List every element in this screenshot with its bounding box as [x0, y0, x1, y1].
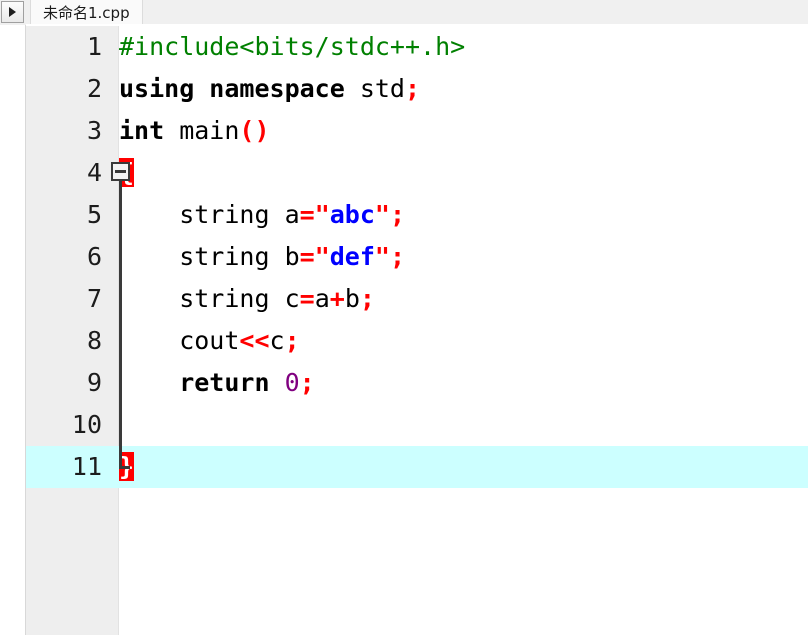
left-panel-body	[0, 25, 26, 635]
fold-margin[interactable]	[104, 110, 131, 152]
fold-guide-line	[119, 181, 122, 194]
code-area[interactable]: 1 #include<bits/stdc++.h> 2 using namesp…	[26, 26, 808, 635]
code-line-current[interactable]: 11 }	[26, 446, 808, 488]
code-text: using namespace std;	[119, 74, 421, 103]
code-line[interactable]: 2 using namespace std;	[26, 68, 808, 110]
line-number: 3	[86, 116, 102, 145]
fold-guide-line	[119, 320, 122, 362]
code-text: cout<<c;	[119, 326, 300, 355]
code-text: string a="abc";	[119, 200, 406, 229]
tab-bar: 未命名1.cpp	[26, 0, 808, 25]
code-line[interactable]: 9 return 0;	[26, 362, 808, 404]
fold-guide-line	[119, 278, 122, 320]
line-number: 8	[86, 326, 102, 355]
tab-untitled1-cpp[interactable]: 未命名1.cpp	[30, 0, 143, 25]
code-line[interactable]: 8 cout<<c;	[26, 320, 808, 362]
line-number: 4	[86, 158, 102, 187]
fold-margin[interactable]	[104, 362, 131, 404]
code-text: string c=a+b;	[119, 284, 375, 313]
fold-margin[interactable]	[104, 446, 131, 488]
code-line[interactable]: 7 string c=a+b;	[26, 278, 808, 320]
fold-margin[interactable]	[104, 194, 131, 236]
code-editor[interactable]: 1 #include<bits/stdc++.h> 2 using namesp…	[26, 26, 808, 635]
code-line[interactable]: 10	[26, 404, 808, 446]
line-number: 1	[86, 32, 102, 61]
line-number: 9	[86, 368, 102, 397]
code-line[interactable]: 5 string a="abc";	[26, 194, 808, 236]
code-line[interactable]: 1 #include<bits/stdc++.h>	[26, 26, 808, 68]
code-text: string b="def";	[119, 242, 406, 271]
code-line[interactable]: 3 int main()	[26, 110, 808, 152]
fold-margin[interactable]	[104, 68, 131, 110]
fold-margin[interactable]	[104, 26, 131, 68]
line-number: 6	[86, 242, 102, 271]
fold-guide-line	[119, 194, 122, 236]
fold-guide-line	[119, 362, 122, 404]
fold-margin[interactable]	[104, 152, 131, 194]
code-line[interactable]: 6 string b="def";	[26, 236, 808, 278]
left-panel-strip	[0, 0, 26, 635]
code-line[interactable]: 4 {	[26, 152, 808, 194]
tab-scroll-right-button[interactable]	[1, 1, 24, 23]
tab-label: 未命名1.cpp	[43, 4, 130, 22]
line-number: 10	[71, 410, 102, 439]
triangle-right-icon	[9, 7, 16, 17]
code-text: return 0;	[119, 368, 315, 397]
fold-margin[interactable]	[104, 236, 131, 278]
fold-margin[interactable]	[104, 320, 131, 362]
fold-guide-foot	[119, 466, 130, 469]
editor-window: 未命名1.cpp 1 #include<bits/stdc++.h> 2 usi…	[0, 0, 808, 635]
code-text: #include<bits/stdc++.h>	[119, 32, 466, 61]
fold-guide-line	[119, 404, 122, 446]
fold-guide-line	[119, 236, 122, 278]
fold-collapse-icon[interactable]	[111, 162, 130, 181]
line-number: 2	[86, 74, 102, 103]
fold-margin[interactable]	[104, 278, 131, 320]
minus-icon	[115, 170, 126, 173]
line-number: 5	[86, 200, 102, 229]
fold-margin[interactable]	[104, 404, 131, 446]
line-number: 11	[71, 452, 102, 481]
line-number: 7	[86, 284, 102, 313]
code-text: int main()	[119, 116, 270, 145]
